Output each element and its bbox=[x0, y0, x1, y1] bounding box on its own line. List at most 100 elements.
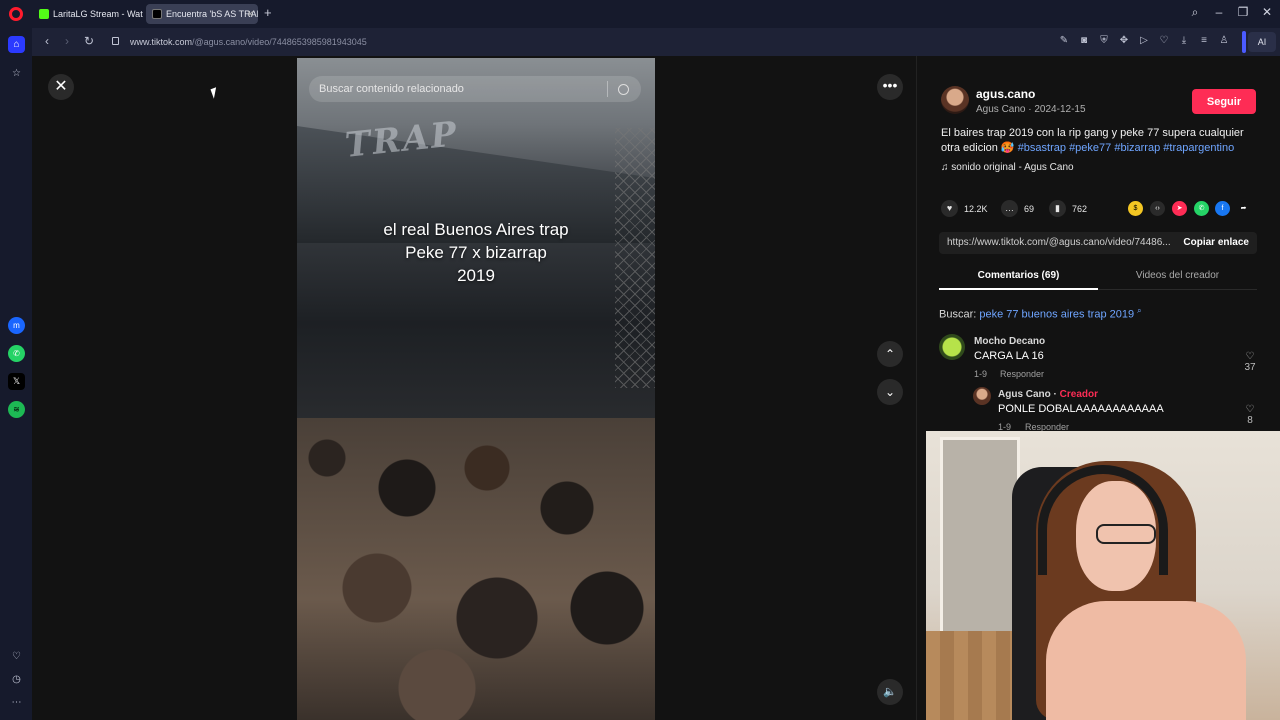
more-icon: ••• bbox=[882, 77, 898, 93]
profile-icon[interactable]: ♙ bbox=[1218, 35, 1230, 47]
search-icon[interactable] bbox=[618, 83, 629, 95]
search-tabs-icon[interactable]: ⌕ bbox=[1188, 5, 1202, 20]
comment-avatar[interactable] bbox=[939, 334, 965, 360]
search-icon: ⌕ bbox=[1137, 306, 1142, 315]
music-note-icon: ♫ bbox=[941, 162, 952, 173]
minimize-icon[interactable]: – bbox=[1212, 5, 1226, 19]
shield-icon[interactable]: ⛨ bbox=[1098, 35, 1110, 47]
next-video-button[interactable]: ⌄ bbox=[877, 379, 903, 405]
star-icon[interactable]: ☆ bbox=[8, 65, 25, 82]
spotify-icon[interactable]: ≋ bbox=[8, 401, 25, 418]
hashtag-link[interactable]: #bsastrap bbox=[1018, 142, 1066, 154]
reload-icon[interactable]: ↻ bbox=[82, 34, 96, 48]
sound-link[interactable]: ♫ sonido original - Agus Cano bbox=[941, 162, 1074, 173]
heart-icon: ♥ bbox=[941, 200, 958, 217]
save-button[interactable]: ▮ 762 bbox=[1049, 200, 1087, 217]
tab-kick-stream[interactable]: LaritaLG Stream - Watch Live bbox=[33, 4, 143, 24]
video-player[interactable]: TRAP el real Buenos Aires trap Peke 77 x… bbox=[297, 58, 655, 720]
save-count: 762 bbox=[1072, 203, 1088, 214]
chevron-up-icon: ⌃ bbox=[884, 347, 896, 361]
comment-like-button[interactable]: ♡ 37 bbox=[1240, 351, 1260, 373]
aria-ai-button[interactable]: AI bbox=[1248, 32, 1276, 52]
messenger-icon[interactable]: m bbox=[8, 317, 25, 334]
bookmark-icon: ▮ bbox=[1049, 200, 1066, 217]
new-tab-icon[interactable]: + bbox=[264, 5, 276, 21]
video-caption-overlay: el real Buenos Aires trap Peke 77 x biza… bbox=[297, 218, 655, 287]
action-bar: ♥ 12.2K … 69 ▮ 762 $ ‹› ➤ ✆ f ➦ bbox=[941, 200, 1261, 220]
whatsapp-share-icon[interactable]: ✆ bbox=[1194, 201, 1209, 216]
restore-icon[interactable]: ❐ bbox=[1236, 5, 1250, 19]
download-icon[interactable]: ⤓ bbox=[1178, 35, 1190, 47]
author-subtitle: Agus Cano · 2024-12-15 bbox=[976, 104, 1086, 115]
history-icon[interactable]: ◷ bbox=[8, 671, 25, 688]
kick-favicon-icon bbox=[39, 9, 49, 19]
menu-icon[interactable]: ≡ bbox=[1198, 35, 1210, 47]
comment-button[interactable]: … 69 bbox=[1001, 200, 1034, 217]
hashtag-link[interactable]: #peke77 bbox=[1069, 142, 1111, 154]
related-search-suggestion[interactable]: Buscar: peke 77 buenos aires trap 2019 ⌕ bbox=[939, 306, 1142, 321]
ai-divider bbox=[1242, 31, 1246, 53]
bookmark-heart-icon[interactable]: ♡ bbox=[1158, 35, 1170, 47]
comment-author[interactable]: Agus Cano · Creador bbox=[998, 389, 1098, 400]
heart-icon[interactable]: ♡ bbox=[8, 648, 25, 665]
overlay-line: Peke 77 x bizarrap bbox=[405, 243, 547, 262]
streamer-webcam-overlay bbox=[926, 431, 1280, 720]
copy-link-row: https://www.tiktok.com/@agus.cano/video/… bbox=[939, 232, 1257, 254]
post-description: El baires trap 2019 con la rip gang y pe… bbox=[941, 126, 1261, 156]
facebook-share-icon[interactable]: f bbox=[1215, 201, 1230, 216]
author-avatar[interactable] bbox=[941, 86, 969, 114]
creator-badge: Creador bbox=[1059, 389, 1099, 400]
tab-comments[interactable]: Comentarios (69) bbox=[939, 270, 1098, 281]
forward-icon[interactable]: › bbox=[60, 34, 74, 48]
opera-logo-icon[interactable] bbox=[9, 7, 23, 21]
tab-title: LaritaLG Stream - Watch Live bbox=[53, 9, 143, 19]
previous-video-button[interactable]: ⌃ bbox=[877, 341, 903, 367]
close-icon: ✕ bbox=[54, 78, 68, 95]
related-search-input[interactable] bbox=[309, 83, 607, 95]
close-tab-icon[interactable]: ✕ bbox=[246, 9, 254, 20]
more-icon[interactable]: ⋯ bbox=[8, 694, 25, 711]
more-options-button[interactable]: ••• bbox=[877, 74, 903, 100]
play-icon[interactable]: ▷ bbox=[1138, 35, 1150, 47]
address-field[interactable]: www.tiktok.com/@agus.cano/video/74486539… bbox=[130, 37, 367, 47]
embed-icon[interactable]: ‹› bbox=[1150, 201, 1165, 216]
url-path: /@agus.cano/video/7448653985981943045 bbox=[192, 37, 367, 47]
follow-button[interactable]: Seguir bbox=[1192, 89, 1256, 114]
share-arrow-icon[interactable]: ➦ bbox=[1236, 201, 1251, 216]
volume-button[interactable]: 🔈 bbox=[877, 679, 903, 705]
panel-tabs: Comentarios (69) Videos del creador bbox=[939, 264, 1257, 290]
related-search-bar[interactable] bbox=[309, 76, 641, 102]
reply-button[interactable]: Responder bbox=[1000, 369, 1044, 379]
overlay-line: el real Buenos Aires trap bbox=[383, 220, 569, 239]
camera-icon[interactable]: ◙ bbox=[1078, 35, 1090, 47]
lock-icon bbox=[112, 37, 119, 45]
hashtag-link[interactable]: #bizarrap bbox=[1114, 142, 1160, 154]
coin-icon[interactable]: $ bbox=[1128, 201, 1143, 216]
close-video-button[interactable]: ✕ bbox=[48, 74, 74, 100]
window-close-icon[interactable]: ✕ bbox=[1260, 5, 1274, 19]
tab-creator-videos[interactable]: Videos del creador bbox=[1098, 270, 1257, 281]
comment-text: PONLE DOBALAAAAAAAAAAAA bbox=[998, 403, 1164, 415]
x-twitter-icon[interactable]: 𝕏 bbox=[8, 373, 25, 390]
comment-count: 69 bbox=[1024, 203, 1035, 214]
tab-title: Encuentra 'bS AS TRAP' en TikTok bbox=[166, 9, 258, 19]
author-username[interactable]: agus.cano bbox=[976, 87, 1035, 101]
tab-tiktok[interactable]: Encuentra 'bS AS TRAP' en TikTok ✕ bbox=[146, 4, 258, 24]
opera-sidebar: ⌂ ☆ m ✆ 𝕏 ≋ ♡ ◷ ⋯ bbox=[0, 28, 32, 720]
mouse-cursor bbox=[210, 87, 220, 99]
home-icon[interactable]: ⌂ bbox=[8, 36, 25, 53]
comment-text: CARGA LA 16 bbox=[974, 350, 1044, 362]
comment-avatar[interactable] bbox=[973, 387, 991, 405]
extensions-icon[interactable]: ✥ bbox=[1118, 35, 1130, 47]
copy-link-button[interactable]: Copiar enlace bbox=[1183, 237, 1249, 248]
send-icon[interactable]: ➤ bbox=[1172, 201, 1187, 216]
like-button[interactable]: ♥ 12.2K bbox=[941, 200, 988, 217]
comment-like-button[interactable]: ♡ 8 bbox=[1240, 404, 1260, 426]
back-icon[interactable]: ‹ bbox=[40, 34, 54, 48]
video-link[interactable]: https://www.tiktok.com/@agus.cano/video/… bbox=[947, 237, 1173, 248]
volume-icon: 🔈 bbox=[883, 686, 897, 698]
comment-author[interactable]: Mocho Decano bbox=[974, 336, 1045, 347]
edit-icon[interactable]: ✎ bbox=[1058, 35, 1070, 47]
whatsapp-icon[interactable]: ✆ bbox=[8, 345, 25, 362]
hashtag-link[interactable]: #trapargentino bbox=[1163, 142, 1234, 154]
